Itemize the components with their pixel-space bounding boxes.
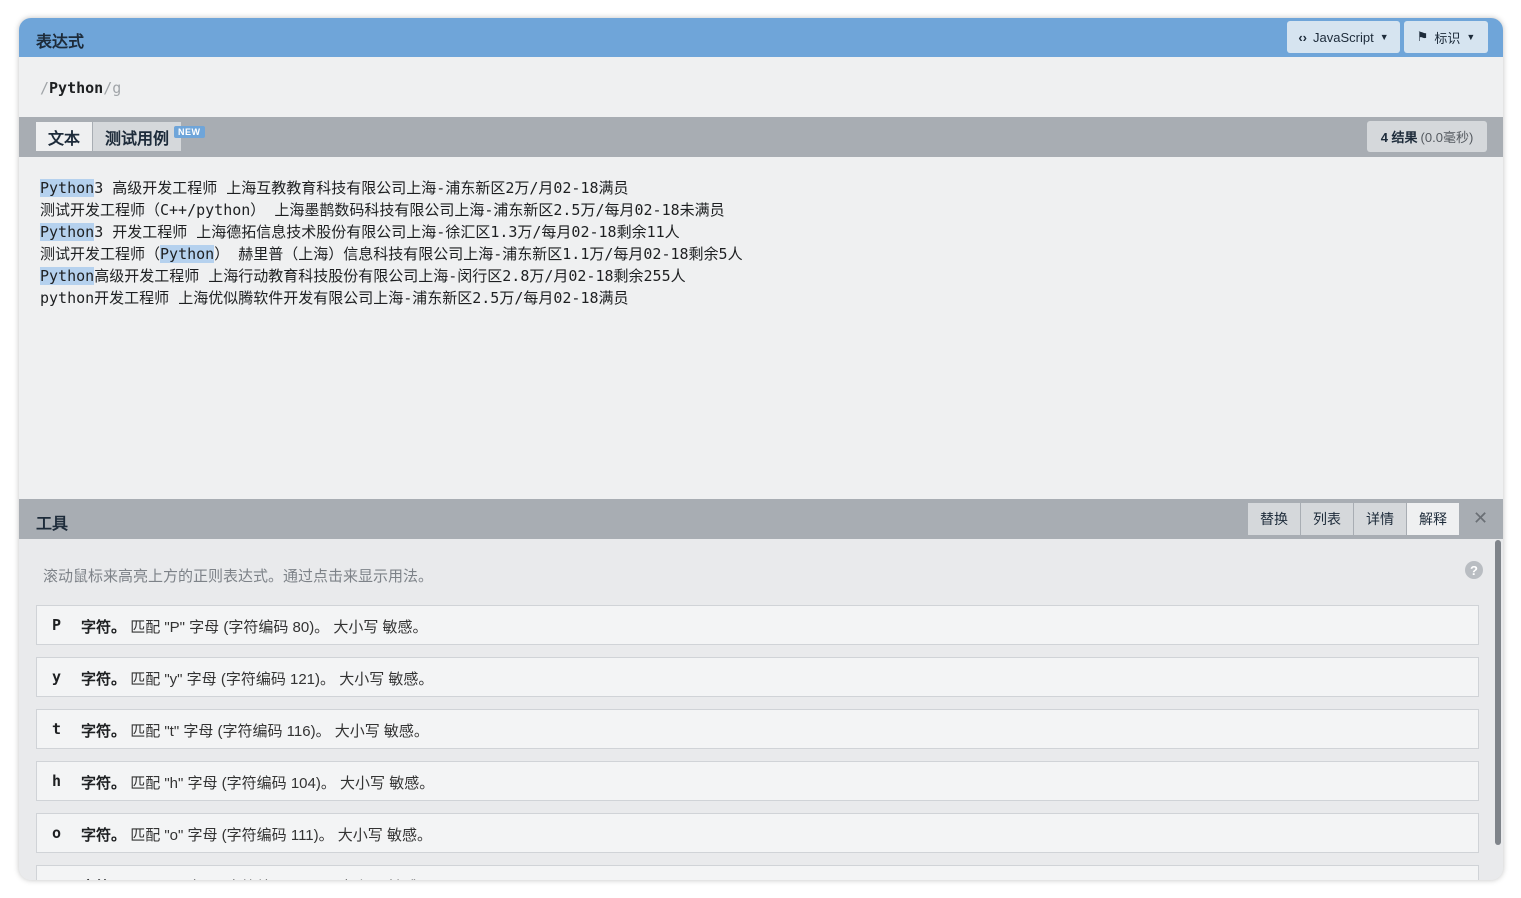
- text-segment: ） 赫里普（上海）信息科技有限公司上海-浦东新区1.1万/每月02-18剩余5人: [214, 245, 743, 263]
- flags-label: 标识: [1434, 30, 1461, 46]
- text-lines: Python3 高级开发工程师 上海互教教育科技有限公司上海-浦东新区2万/月0…: [40, 177, 743, 309]
- token-char: n: [52, 876, 61, 880]
- match-highlight[interactable]: Python: [40, 223, 95, 241]
- token-char: P: [52, 616, 62, 634]
- text-line: Python3 高级开发工程师 上海互教教育科技有限公司上海-浦东新区2万/月0…: [40, 177, 743, 199]
- match-highlight[interactable]: Python: [40, 267, 95, 285]
- text-segment: 3 开发工程师 上海德拓信息技术股份有限公司上海-徐汇区1.3万/每月02-18…: [94, 223, 680, 241]
- text-segment: 3 高级开发工程师 上海互教教育科技有限公司上海-浦东新区2万/月02-18满员: [94, 179, 629, 197]
- text-line: python开发工程师 上海优似腾软件开发有限公司上海-浦东新区2.5万/每月0…: [40, 287, 743, 309]
- tools-toolbar: 工具 替换 列表 详情 解释 ✕: [19, 499, 1503, 539]
- token-kind: 字符。: [81, 879, 126, 880]
- token-description: 字符。 匹配 "y" 字母 (字符编码 121)。 大小写 敏感。: [81, 668, 433, 689]
- token-char: h: [52, 772, 62, 790]
- regex-pattern[interactable]: Python: [49, 79, 103, 97]
- text-line: Python高级开发工程师 上海行动教育科技股份有限公司上海-闵行区2.8万/月…: [40, 265, 743, 287]
- tab-tests[interactable]: 测试用例: [93, 122, 181, 151]
- chevron-down-icon: ▼: [1379, 32, 1389, 42]
- explain-token-row[interactable]: h 字符。 匹配 "h" 字母 (字符编码 104)。 大小写 敏感。: [36, 761, 1479, 801]
- text-segment: python开发工程师 上海优似腾软件开发有限公司上海-浦东新区2.5万/每月0…: [40, 289, 629, 307]
- text-segment: 测试开发工程师（C++/python） 上海墨鹊数码科技有限公司上海-浦东新区2…: [40, 201, 725, 219]
- expression-title: 表达式: [36, 34, 85, 51]
- match-highlight[interactable]: Python: [40, 179, 95, 197]
- explain-token-row[interactable]: P 字符。 匹配 "P" 字母 (字符编码 80)。 大小写 敏感。: [36, 605, 1479, 645]
- chevron-down-icon: ▼: [1466, 32, 1476, 42]
- result-count-badge: 4 结果 (0.0毫秒): [1367, 121, 1487, 152]
- token-char: y: [52, 668, 62, 686]
- tab-replace[interactable]: 替换: [1248, 503, 1300, 535]
- tab-details[interactable]: 详情: [1354, 503, 1406, 535]
- text-toolbar: 文本 测试用例 NEW 4 结果 (0.0毫秒): [19, 117, 1503, 157]
- language-label: JavaScript: [1313, 29, 1374, 45]
- token-description: 字符。 匹配 "o" 字母 (字符编码 111)。 大小写 敏感。: [81, 824, 432, 845]
- regex-flags[interactable]: g: [112, 79, 121, 97]
- text-line: Python3 开发工程师 上海德拓信息技术股份有限公司上海-徐汇区1.3万/每…: [40, 221, 743, 243]
- explain-token-row[interactable]: n 字符。 匹配 "n" 字母 (字符编码 110)。 大小写 敏感。: [36, 865, 1479, 880]
- flags-dropdown-button[interactable]: ⚑ 标识 ▼: [1404, 21, 1488, 53]
- tab-text[interactable]: 文本: [36, 122, 92, 151]
- new-badge: NEW: [174, 126, 205, 138]
- text-line: 测试开发工程师（C++/python） 上海墨鹊数码科技有限公司上海-浦东新区2…: [40, 199, 743, 221]
- token-char: o: [52, 824, 62, 842]
- result-time: (0.0毫秒): [1420, 130, 1474, 145]
- code-brackets-icon: ‹›: [1298, 29, 1308, 45]
- token-detail: 匹配 "y" 字母 (字符编码 121)。 大小写 敏感。: [130, 671, 434, 688]
- explain-token-row[interactable]: y 字符。 匹配 "y" 字母 (字符编码 121)。 大小写 敏感。: [36, 657, 1479, 697]
- tools-title: 工具: [36, 516, 69, 533]
- language-dropdown-button[interactable]: ‹› JavaScript ▼: [1287, 21, 1400, 53]
- tab-list[interactable]: 列表: [1301, 503, 1353, 535]
- text-line: 测试开发工程师（Python） 赫里普（上海）信息科技有限公司上海-浦东新区1.…: [40, 243, 743, 265]
- result-count: 4 结果: [1380, 130, 1418, 145]
- token-detail: 匹配 "h" 字母 (字符编码 104)。 大小写 敏感。: [130, 775, 435, 792]
- token-description: 字符。 匹配 "P" 字母 (字符编码 80)。 大小写 敏感。: [81, 616, 428, 637]
- match-highlight[interactable]: Python: [160, 245, 215, 263]
- tools-panel: 滚动鼠标来高亮上方的正则表达式。通过点击来显示用法。 ? P 字符。 匹配 "P"…: [19, 539, 1503, 880]
- flag-icon: ⚑: [1416, 29, 1429, 44]
- text-segment: 高级开发工程师 上海行动教育科技股份有限公司上海-闵行区2.8万/月02-18剩…: [94, 267, 686, 285]
- expression-header: 表达式 ‹› JavaScript ▼ ⚑ 标识 ▼: [19, 18, 1503, 57]
- close-icon[interactable]: ✕: [1473, 508, 1488, 529]
- token-description: 字符。 匹配 "h" 字母 (字符编码 104)。 大小写 敏感。: [81, 772, 434, 793]
- token-description: 字符。 匹配 "n" 字母 (字符编码 110)。 大小写 敏感。: [81, 876, 433, 880]
- token-kind: 字符。: [81, 827, 127, 844]
- tools-scrollbar[interactable]: [1495, 540, 1501, 845]
- token-detail: 匹配 "o" 字母 (字符编码 111)。 大小写 敏感。: [130, 827, 432, 844]
- tab-explain[interactable]: 解释: [1407, 503, 1459, 535]
- token-kind: 字符。: [81, 775, 127, 792]
- expression-input[interactable]: /Python/g: [19, 57, 1503, 117]
- tools-hint: 滚动鼠标来高亮上方的正则表达式。通过点击来显示用法。: [43, 568, 434, 585]
- test-text-area[interactable]: Python3 高级开发工程师 上海互教教育科技有限公司上海-浦东新区2万/月0…: [19, 157, 1503, 499]
- token-detail: 匹配 "n" 字母 (字符编码 110)。 大小写 敏感。: [130, 879, 433, 880]
- token-detail: 匹配 "t" 字母 (字符编码 116)。 大小写 敏感。: [130, 723, 429, 740]
- explain-token-row[interactable]: o 字符。 匹配 "o" 字母 (字符编码 111)。 大小写 敏感。: [36, 813, 1479, 853]
- token-detail: 匹配 "P" 字母 (字符编码 80)。 大小写 敏感。: [130, 619, 428, 636]
- open-delimiter: /: [40, 79, 50, 97]
- regex-app-window: 表达式 ‹› JavaScript ▼ ⚑ 标识 ▼ /Python/g 文本 …: [19, 18, 1503, 880]
- help-icon[interactable]: ?: [1465, 561, 1483, 579]
- token-char: t: [52, 720, 62, 738]
- close-delimiter: /: [103, 79, 113, 97]
- text-segment: 测试开发工程师（: [40, 245, 161, 263]
- token-kind: 字符。: [81, 619, 127, 636]
- token-kind: 字符。: [81, 723, 127, 740]
- token-kind: 字符。: [81, 671, 127, 688]
- explain-token-row[interactable]: t 字符。 匹配 "t" 字母 (字符编码 116)。 大小写 敏感。: [36, 709, 1479, 749]
- token-description: 字符。 匹配 "t" 字母 (字符编码 116)。 大小写 敏感。: [81, 720, 429, 741]
